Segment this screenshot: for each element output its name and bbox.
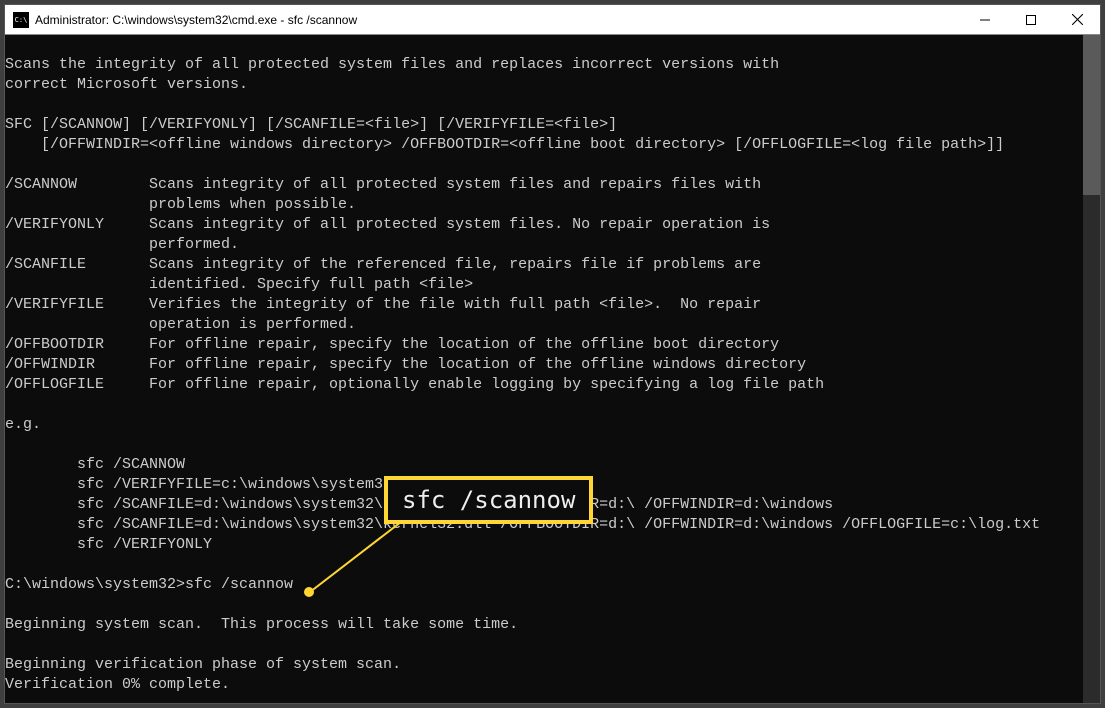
- annotation-dot: [304, 587, 314, 597]
- scrollbar[interactable]: [1083, 35, 1100, 703]
- terminal-output: Scans the integrity of all protected sys…: [5, 35, 1083, 703]
- annotation-callout-text: sfc /scannow: [402, 486, 575, 514]
- cmd-icon: [13, 12, 29, 28]
- terminal-area[interactable]: Scans the integrity of all protected sys…: [5, 35, 1100, 703]
- close-button[interactable]: [1054, 5, 1100, 34]
- titlebar[interactable]: Administrator: C:\windows\system32\cmd.e…: [5, 5, 1100, 35]
- annotation-callout: sfc /scannow: [384, 476, 593, 524]
- cmd-window: Administrator: C:\windows\system32\cmd.e…: [4, 4, 1101, 704]
- minimize-button[interactable]: [962, 5, 1008, 34]
- window-controls: [962, 5, 1100, 34]
- maximize-button[interactable]: [1008, 5, 1054, 34]
- window-title: Administrator: C:\windows\system32\cmd.e…: [35, 13, 357, 27]
- scrollbar-thumb[interactable]: [1083, 35, 1100, 195]
